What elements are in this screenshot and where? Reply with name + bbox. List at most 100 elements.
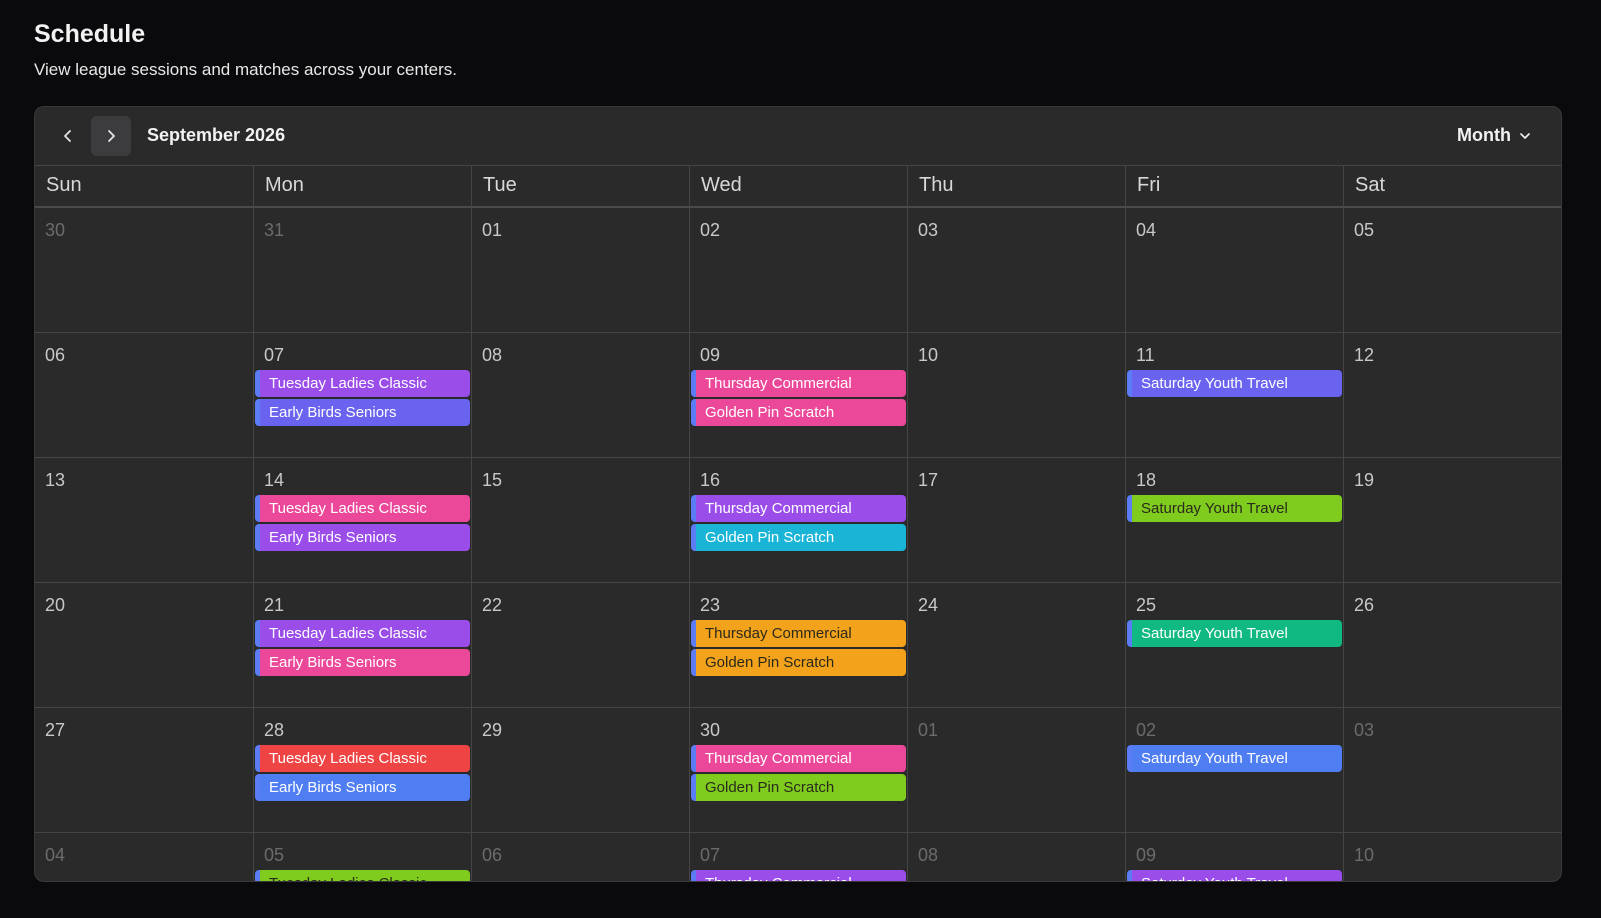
- day-cell[interactable]: 10: [1343, 833, 1561, 881]
- day-cell[interactable]: 24: [907, 583, 1125, 708]
- event-chip[interactable]: Saturday Youth Travel: [1127, 495, 1342, 522]
- day-number: 12: [1354, 345, 1375, 365]
- event-list: Saturday Youth Travel: [1127, 370, 1342, 397]
- day-cell[interactable]: 30: [35, 208, 253, 333]
- day-number: 05: [1354, 220, 1375, 240]
- day-cell[interactable]: 06: [471, 833, 689, 881]
- day-number: 19: [1354, 470, 1375, 490]
- event-chip[interactable]: Early Birds Seniors: [255, 524, 470, 551]
- day-cell[interactable]: 12: [1343, 333, 1561, 458]
- day-number: 26: [1354, 595, 1375, 615]
- day-cell[interactable]: 05 Tuesday Ladies Classic: [253, 833, 471, 881]
- day-cell[interactable]: 31: [253, 208, 471, 333]
- day-cell[interactable]: 03: [1343, 708, 1561, 833]
- event-list: Tuesday Ladies Classic Early Birds Senior…: [255, 620, 470, 676]
- day-number: 08: [918, 845, 939, 865]
- day-cell[interactable]: 17: [907, 458, 1125, 583]
- day-number: 27: [45, 720, 66, 740]
- day-cell[interactable]: 04: [1125, 208, 1343, 333]
- day-number: 17: [918, 470, 939, 490]
- day-number: 04: [1136, 220, 1157, 240]
- day-cell[interactable]: 03: [907, 208, 1125, 333]
- day-cell[interactable]: 07 Thursday Commercial: [689, 833, 907, 881]
- day-cell[interactable]: 13: [35, 458, 253, 583]
- day-cell[interactable]: 09 Thursday Commercial Golden Pin Scratch: [689, 333, 907, 458]
- day-cell[interactable]: 02 Saturday Youth Travel: [1125, 708, 1343, 833]
- day-cell[interactable]: 08: [471, 333, 689, 458]
- day-number: 03: [1354, 720, 1375, 740]
- day-cell[interactable]: 06: [35, 333, 253, 458]
- previous-month-button[interactable]: [48, 116, 88, 156]
- chevron-left-icon: [64, 130, 71, 142]
- event-chip[interactable]: Tuesday Ladies Classic: [255, 620, 470, 647]
- current-month-label: September 2026: [147, 125, 286, 145]
- event-chip[interactable]: Early Birds Seniors: [255, 399, 470, 426]
- day-number: 18: [1136, 470, 1157, 490]
- event-list: Tuesday Ladies Classic Early Birds Senior…: [255, 370, 470, 426]
- day-number: 25: [1136, 595, 1157, 615]
- day-cell[interactable]: 05: [1343, 208, 1561, 333]
- day-number: 24: [918, 595, 939, 615]
- day-cell[interactable]: 04: [35, 833, 253, 881]
- day-number: 07: [264, 345, 285, 365]
- event-chip[interactable]: Tuesday Ladies Classic: [255, 745, 470, 772]
- view-selector[interactable]: Month: [1457, 125, 1531, 146]
- month-grid: 30 31 01 02 03 04 05 06 07 Tuesday Ladies Classic…: [35, 208, 1561, 881]
- day-cell[interactable]: 27: [35, 708, 253, 833]
- event-chip[interactable]: Golden Pin Scratch: [691, 649, 906, 676]
- event-list: Thursday Commercial Golden Pin Scratch: [691, 620, 906, 676]
- day-cell[interactable]: 10: [907, 333, 1125, 458]
- day-cell[interactable]: 11 Saturday Youth Travel: [1125, 333, 1343, 458]
- day-cell[interactable]: 08: [907, 833, 1125, 881]
- event-list: Thursday Commercial Golden Pin Scratch: [691, 495, 906, 551]
- event-chip[interactable]: Thursday Commercial: [691, 370, 906, 397]
- day-cell[interactable]: 16 Thursday Commercial Golden Pin Scratch: [689, 458, 907, 583]
- event-chip[interactable]: Golden Pin Scratch: [691, 524, 906, 551]
- event-chip[interactable]: Thursday Commercial: [691, 495, 906, 522]
- event-chip[interactable]: Tuesday Ladies Classic: [255, 495, 470, 522]
- event-list: Thursday Commercial: [691, 870, 906, 881]
- day-number: 01: [482, 220, 503, 240]
- event-chip[interactable]: Early Birds Seniors: [255, 649, 470, 676]
- event-chip[interactable]: Thursday Commercial: [691, 870, 906, 881]
- event-chip[interactable]: Saturday Youth Travel: [1127, 370, 1342, 397]
- day-cell[interactable]: 18 Saturday Youth Travel: [1125, 458, 1343, 583]
- event-chip[interactable]: Golden Pin Scratch: [691, 774, 906, 801]
- event-chip[interactable]: Saturday Youth Travel: [1127, 745, 1342, 772]
- day-cell[interactable]: 29: [471, 708, 689, 833]
- day-cell[interactable]: 02: [689, 208, 907, 333]
- day-cell[interactable]: 23 Thursday Commercial Golden Pin Scratch: [689, 583, 907, 708]
- event-chip[interactable]: Golden Pin Scratch: [691, 399, 906, 426]
- event-list: Saturday Youth Travel: [1127, 495, 1342, 522]
- weekday-header: Sun: [46, 174, 82, 196]
- day-cell[interactable]: 20: [35, 583, 253, 708]
- event-chip[interactable]: Saturday Youth Travel: [1127, 620, 1342, 647]
- day-cell[interactable]: 28 Tuesday Ladies Classic Early Birds Seni…: [253, 708, 471, 833]
- day-cell[interactable]: 15: [471, 458, 689, 583]
- day-cell[interactable]: 01: [471, 208, 689, 333]
- event-chip[interactable]: Tuesday Ladies Classic: [255, 870, 470, 881]
- day-number: 31: [264, 220, 285, 240]
- day-cell[interactable]: 07 Tuesday Ladies Classic Early Birds Seni…: [253, 333, 471, 458]
- day-cell[interactable]: 30 Thursday Commercial Golden Pin Scratch: [689, 708, 907, 833]
- event-chip[interactable]: Tuesday Ladies Classic: [255, 370, 470, 397]
- day-number: 22: [482, 595, 503, 615]
- next-month-button[interactable]: [91, 116, 131, 156]
- calendar: September 2026 Month Sun Mon Tue Wed Thu…: [34, 106, 1562, 882]
- day-cell[interactable]: 09 Saturday Youth Travel: [1125, 833, 1343, 881]
- day-cell[interactable]: 22: [471, 583, 689, 708]
- day-cell[interactable]: 25 Saturday Youth Travel: [1125, 583, 1343, 708]
- day-number: 07: [700, 845, 721, 865]
- day-number: 29: [482, 720, 503, 740]
- day-cell[interactable]: 14 Tuesday Ladies Classic Early Birds Seni…: [253, 458, 471, 583]
- event-chip[interactable]: Early Birds Seniors: [255, 774, 470, 801]
- event-chip[interactable]: Thursday Commercial: [691, 745, 906, 772]
- event-chip[interactable]: Thursday Commercial: [691, 620, 906, 647]
- day-cell[interactable]: 26: [1343, 583, 1561, 708]
- day-cell[interactable]: 01: [907, 708, 1125, 833]
- event-chip[interactable]: Saturday Youth Travel: [1127, 870, 1342, 881]
- event-list: Tuesday Ladies Classic Early Birds Senior…: [255, 495, 470, 551]
- day-cell[interactable]: 19: [1343, 458, 1561, 583]
- day-number: 14: [264, 470, 285, 490]
- day-cell[interactable]: 21 Tuesday Ladies Classic Early Birds Seni…: [253, 583, 471, 708]
